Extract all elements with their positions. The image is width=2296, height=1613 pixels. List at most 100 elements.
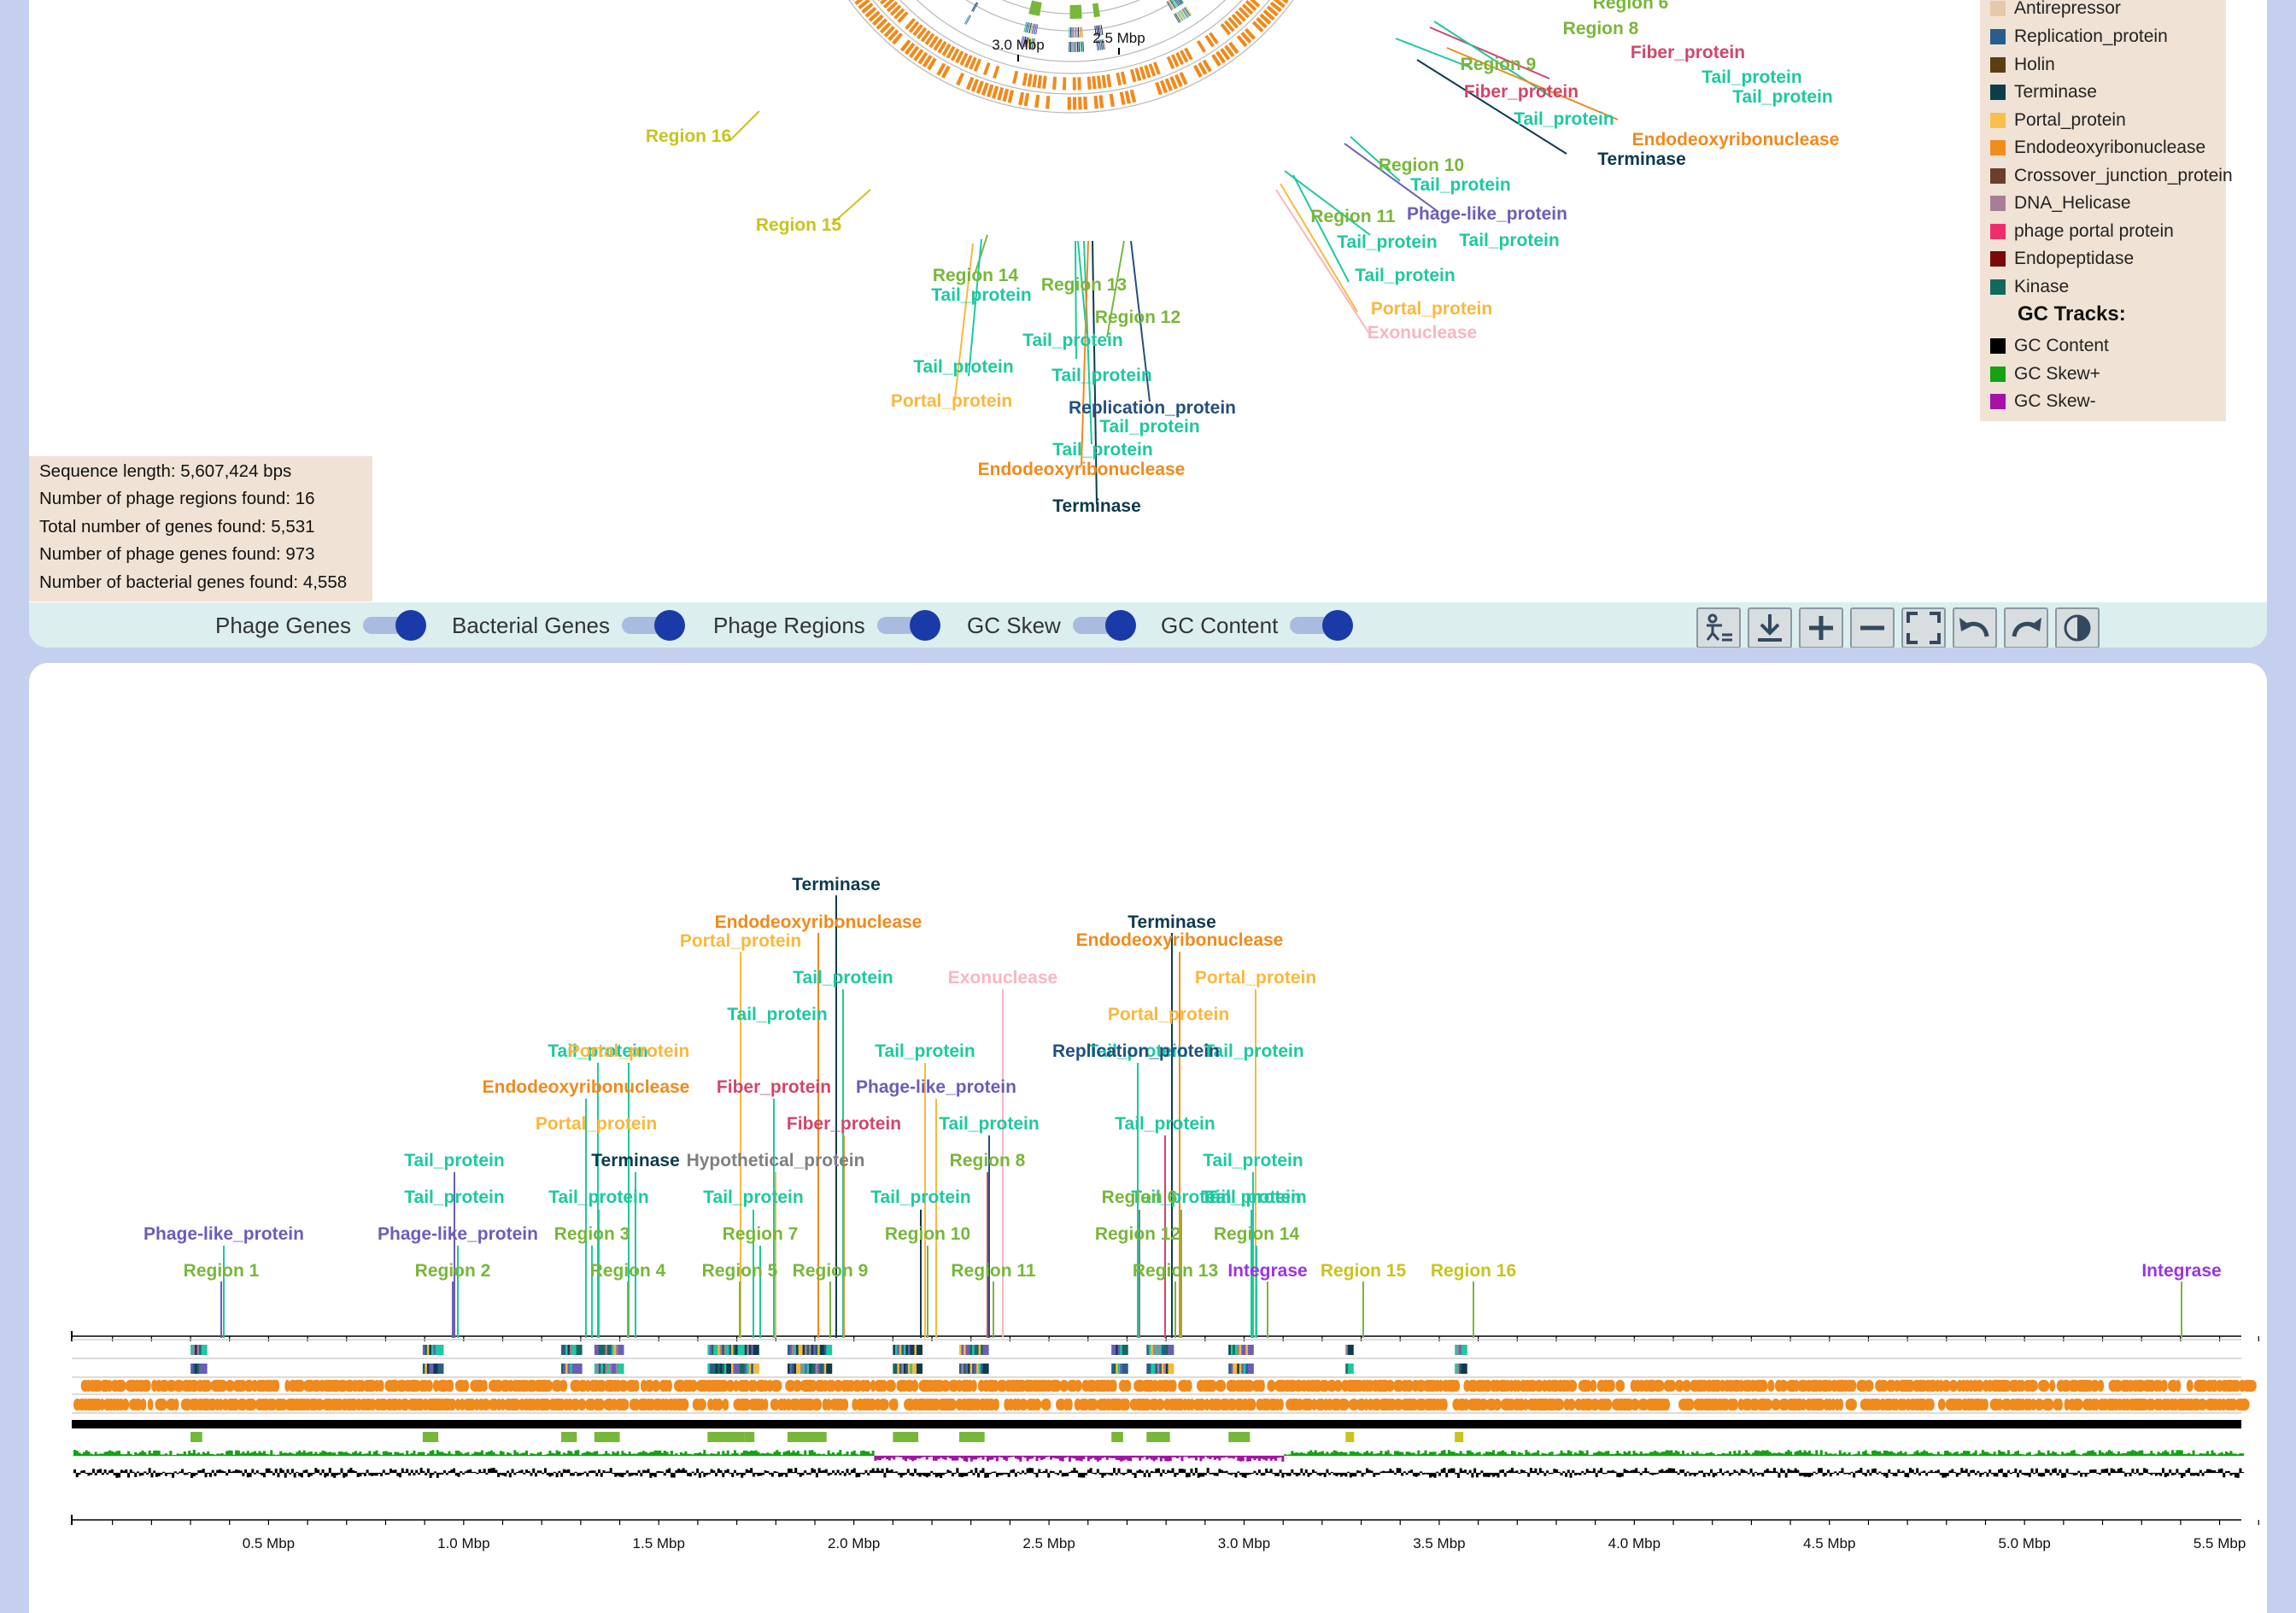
gc-content-profile [384, 1473, 388, 1475]
linear-annotation-label: Tail_protein [939, 1114, 1039, 1134]
gc-content-profile [2170, 1473, 2174, 1475]
bacterial-gene [1170, 1380, 1177, 1392]
gc-content-profile [1667, 1468, 1671, 1473]
gc-content-profile [1988, 1469, 1992, 1473]
gc-content-profile [445, 1473, 448, 1475]
gc-content-profile [485, 1473, 489, 1475]
toggle-bacterial-genes[interactable]: Bacterial Genes [452, 610, 690, 641]
gc-skew-bar [1473, 1453, 1477, 1456]
zoom-in-button[interactable] [1799, 607, 1843, 648]
toggle-switch[interactable] [363, 610, 431, 641]
fullscreen-button[interactable] [1901, 607, 1946, 648]
gc-skew-bar [1279, 1456, 1282, 1458]
gc-skew-bar [2028, 1452, 2031, 1456]
gc-content-profile [707, 1473, 711, 1475]
circular-annotation-label: Endodeoxyribonuclease [1632, 130, 1840, 150]
gc-content-profile [1728, 1473, 1731, 1476]
gc-content-profile [2012, 1471, 2015, 1473]
gc-skew-bar [293, 1453, 296, 1456]
toggle-switch[interactable] [1072, 610, 1141, 641]
gc-skew-bar [988, 1456, 992, 1460]
gc-content-profile [539, 1470, 542, 1473]
toggle-switch[interactable] [621, 610, 690, 641]
gc-content-profile [2131, 1469, 2135, 1473]
gc-skew-bar [497, 1454, 501, 1456]
gc-content-profile [251, 1469, 255, 1473]
gc-content-profile [317, 1469, 320, 1473]
gc-content-profile [981, 1468, 985, 1473]
zoom-out-button[interactable] [1850, 607, 1895, 648]
gc-skew-bar [918, 1456, 922, 1459]
redo-button[interactable] [2004, 607, 2048, 648]
bacterial-gene [973, 58, 982, 73]
download-button[interactable] [1748, 607, 1792, 648]
gc-content-profile [586, 1473, 589, 1477]
gc-content-profile [380, 1473, 384, 1476]
gc-content-profile [422, 1470, 425, 1473]
bacterial-gene [577, 1399, 587, 1411]
bacterial-gene [1262, 9, 1275, 21]
gc-skew-bar [218, 1453, 221, 1456]
gc-content-profile [1040, 1471, 1044, 1473]
toggle-gc-skew[interactable]: GC Skew [967, 610, 1141, 641]
linear-genome-map[interactable]: 0.5 Mbp 1.0 Mbp 1.5 Mbp 2.0 Mbp 2.5 Mbp 3.0 M… [29, 663, 2267, 1613]
gc-content-profile [173, 1471, 177, 1473]
gc-skew-bar [1295, 1452, 1298, 1456]
toggle-switch[interactable] [1290, 610, 1358, 641]
toggle-phage-regions[interactable]: Phage Regions [713, 610, 946, 641]
contrast-button[interactable] [2055, 607, 2100, 648]
gc-skew-bar [417, 1452, 420, 1456]
gc-content-profile [300, 1473, 303, 1478]
bacterial-gene [1341, 1399, 1347, 1411]
gc-content-profile [2223, 1473, 2226, 1478]
gc-content-profile [1806, 1473, 1809, 1477]
gc-content-profile [1234, 1473, 1238, 1478]
gc-skew-bar [843, 1453, 846, 1456]
gc-skew-bar [536, 1452, 540, 1456]
phage-gene [201, 1364, 208, 1374]
gc-content-profile [993, 1471, 997, 1473]
gc-content-profile [1745, 1471, 1748, 1473]
controls-bar: Phage Genes Bacterial Genes Phage Region… [29, 602, 2267, 648]
phage-gene [1180, 9, 1187, 19]
gc-skew-bar [823, 1453, 826, 1456]
toggle-switch[interactable] [876, 610, 946, 641]
accessibility-button[interactable] [1696, 607, 1741, 648]
bacterial-gene [595, 1399, 605, 1411]
gc-skew-bar [1890, 1451, 1894, 1456]
gc-skew-bar [1031, 1456, 1034, 1459]
gc-skew-bar [2068, 1452, 2071, 1456]
gc-skew-bar [1077, 1456, 1081, 1461]
gc-skew-bar [157, 1451, 161, 1456]
gc-skew-bar [1895, 1453, 1898, 1456]
linear-annotation-label: Region 4 [590, 1261, 666, 1281]
gc-content-profile [543, 1468, 547, 1473]
toggle-gc-content[interactable]: GC Content [1161, 610, 1358, 641]
axis-tick-label: 1.0 Mbp [437, 1535, 489, 1551]
toggle-phage-genes[interactable]: Phage Genes [215, 610, 431, 641]
gc-content-profile [1942, 1473, 1945, 1478]
gc-content-profile [2220, 1468, 2223, 1473]
gc-content-profile [513, 1473, 517, 1475]
gc-content-profile [1726, 1470, 1730, 1473]
gc-content-profile [488, 1469, 491, 1473]
gc-content-profile [1358, 1470, 1362, 1473]
gc-content-profile [1555, 1469, 1559, 1473]
gc-content-profile [457, 1473, 460, 1477]
gc-content-profile [2024, 1473, 2027, 1475]
gc-skew-bar [764, 1453, 767, 1456]
gc-skew-bar [1192, 1456, 1196, 1458]
gc-skew-bar [1860, 1454, 1863, 1456]
gc-skew-bar [558, 1451, 561, 1456]
bacterial-gene [118, 1380, 126, 1392]
gc-skew-bar [1358, 1452, 1362, 1456]
gc-skew-bar [1417, 1450, 1420, 1456]
gc-content-profile [1167, 1469, 1170, 1473]
undo-button[interactable] [1953, 607, 1997, 648]
gc-content-profile [2166, 1473, 2170, 1476]
gc-skew-bar [1567, 1450, 1570, 1456]
gc-skew-bar [511, 1454, 514, 1456]
circular-annotation-label: Tail_protein [1732, 87, 1832, 107]
gc-content-profile [148, 1468, 151, 1473]
gc-skew-bar [462, 1453, 466, 1456]
